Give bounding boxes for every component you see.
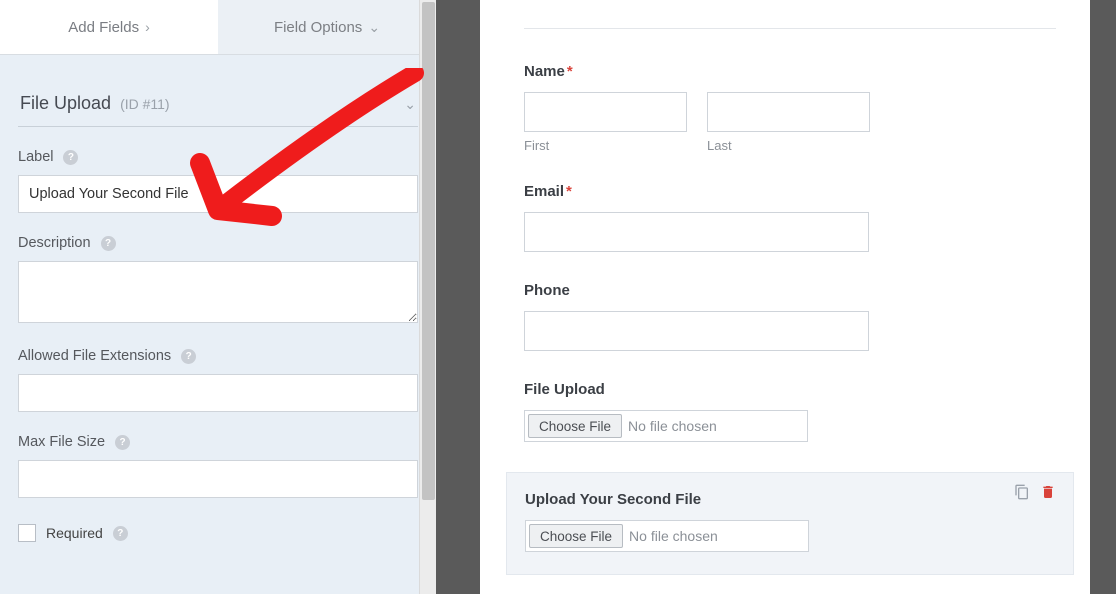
field-group-allowed-extensions: Allowed File Extensions ? xyxy=(18,348,418,412)
scrollbar-thumb[interactable] xyxy=(422,2,435,500)
label-text: Email xyxy=(524,183,564,200)
left-panel: Add Fields › Field Options ⌄ File Upload… xyxy=(0,0,436,594)
file-status: No file chosen xyxy=(629,528,718,544)
file-input-row: Choose File No file chosen xyxy=(524,410,808,442)
max-size-input[interactable] xyxy=(18,460,418,498)
field-label-text: Label xyxy=(18,149,53,165)
row-actions xyxy=(1013,483,1057,501)
choose-file-button[interactable]: Choose File xyxy=(528,414,622,438)
field-label-text: Description xyxy=(18,235,91,251)
help-icon[interactable]: ? xyxy=(63,150,78,165)
tabs: Add Fields › Field Options ⌄ xyxy=(0,0,436,55)
required-checkbox[interactable] xyxy=(18,524,36,542)
field-label-row: Allowed File Extensions ? xyxy=(18,348,418,364)
file-input-row: Choose File No file chosen xyxy=(525,520,809,552)
trash-icon[interactable] xyxy=(1039,483,1057,501)
chevron-down-icon: ⌄ xyxy=(368,19,380,36)
field-second-upload-selected[interactable]: Upload Your Second File Choose File No f… xyxy=(506,472,1074,575)
name-last-col: Last xyxy=(707,92,870,153)
sublabel-first: First xyxy=(524,138,687,153)
choose-file-button[interactable]: Choose File xyxy=(529,524,623,548)
duplicate-icon[interactable] xyxy=(1013,483,1031,501)
right-edge xyxy=(1090,0,1116,594)
section-id: (ID #11) xyxy=(120,96,170,112)
field-group-label: Label ? xyxy=(18,149,418,213)
section-title: File Upload (ID #11) xyxy=(20,93,170,114)
field-label: Email* xyxy=(524,183,1056,200)
last-name-input[interactable] xyxy=(707,92,870,132)
required-row: Required ? xyxy=(18,524,418,542)
field-name[interactable]: Name* First Last xyxy=(524,63,1056,153)
field-label: File Upload xyxy=(524,381,1056,398)
scrollbar[interactable] xyxy=(419,0,436,594)
tab-field-options[interactable]: Field Options ⌄ xyxy=(218,0,436,54)
field-label-row: Description ? xyxy=(18,235,418,251)
chevron-right-icon: › xyxy=(145,19,150,35)
field-label: Phone xyxy=(524,282,1056,299)
name-row: First Last xyxy=(524,92,1056,153)
sublabel-last: Last xyxy=(707,138,870,153)
chevron-down-icon[interactable]: ⌄ xyxy=(404,96,416,113)
required-star-icon: * xyxy=(567,63,573,80)
panel-gap xyxy=(436,0,480,594)
field-group-description: Description ? xyxy=(18,235,418,326)
field-label-row: Max File Size ? xyxy=(18,434,418,450)
field-group-max-size: Max File Size ? xyxy=(18,434,418,498)
tab-label: Field Options xyxy=(274,19,362,36)
name-first-col: First xyxy=(524,92,687,153)
panel-body: File Upload (ID #11) ⌄ Label ? Descripti… xyxy=(0,55,436,594)
field-email[interactable]: Email* xyxy=(524,183,1056,252)
field-label-row: Label ? xyxy=(18,149,418,165)
phone-input[interactable] xyxy=(524,311,869,351)
email-input[interactable] xyxy=(524,212,869,252)
field-label: Upload Your Second File xyxy=(525,491,1055,508)
section-title-text: File Upload xyxy=(20,93,111,113)
field-label-text: Allowed File Extensions xyxy=(18,348,171,364)
field-label-text: Max File Size xyxy=(18,434,105,450)
label-input[interactable] xyxy=(18,175,418,213)
tab-label: Add Fields xyxy=(68,19,139,36)
file-status: No file chosen xyxy=(628,418,717,434)
form-preview: Name* First Last Email* Phone File Uploa… xyxy=(480,0,1116,594)
field-file-upload[interactable]: File Upload Choose File No file chosen xyxy=(524,381,1056,442)
divider xyxy=(524,28,1056,29)
tab-add-fields[interactable]: Add Fields › xyxy=(0,0,218,54)
allowed-extensions-input[interactable] xyxy=(18,374,418,412)
field-phone[interactable]: Phone xyxy=(524,282,1056,351)
help-icon[interactable]: ? xyxy=(181,349,196,364)
section-header[interactable]: File Upload (ID #11) ⌄ xyxy=(18,71,418,127)
field-label: Name* xyxy=(524,63,1056,80)
required-label: Required xyxy=(46,525,103,541)
description-input[interactable] xyxy=(18,261,418,323)
help-icon[interactable]: ? xyxy=(101,236,116,251)
required-star-icon: * xyxy=(566,183,572,200)
first-name-input[interactable] xyxy=(524,92,687,132)
help-icon[interactable]: ? xyxy=(115,435,130,450)
label-text: Name xyxy=(524,63,565,80)
help-icon[interactable]: ? xyxy=(113,526,128,541)
